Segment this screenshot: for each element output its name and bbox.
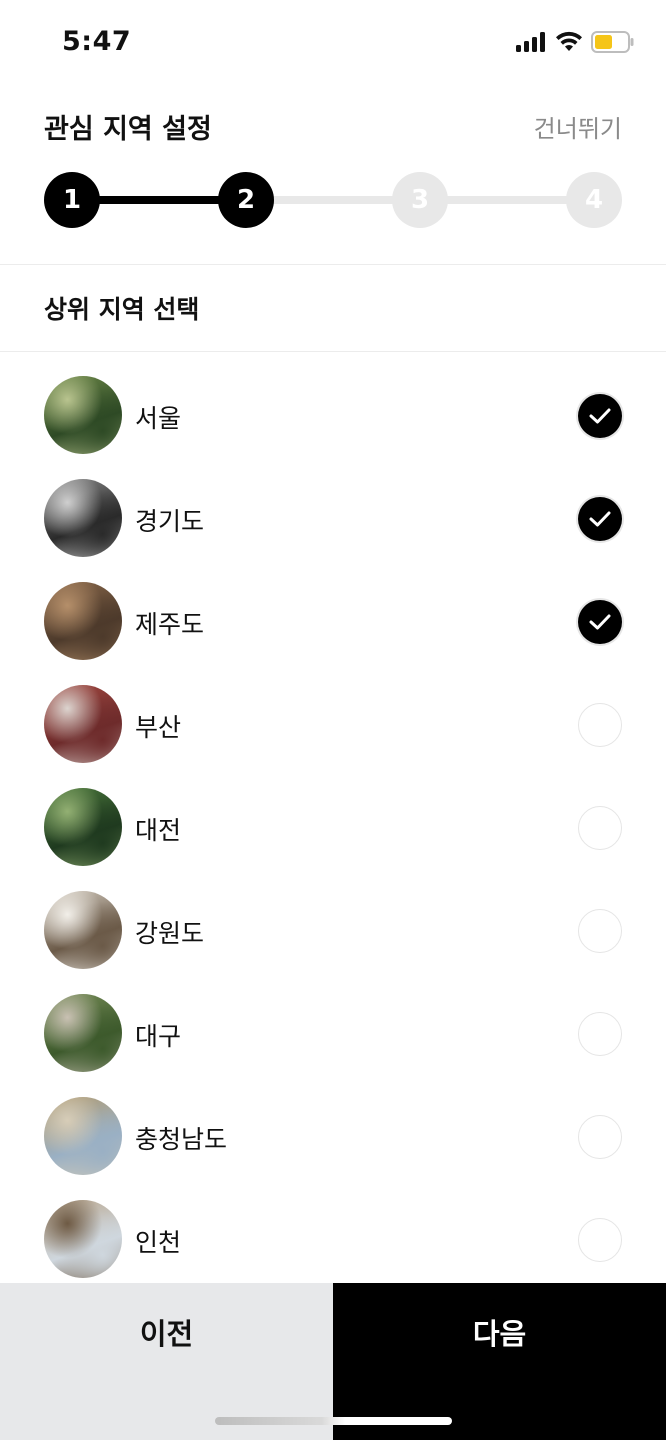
status-bar: 5:47 — [0, 0, 666, 84]
region-item-daejeon[interactable]: 대전 — [0, 776, 666, 879]
step-4: 4 — [566, 172, 622, 228]
region-item-gyeonggi[interactable]: 경기도 — [0, 467, 666, 570]
wifi-icon — [555, 30, 583, 52]
screen: 5:47 관심 지역 설정 건너뛰기 1 2 3 4 상위 지역 선택 서울 경… — [0, 0, 666, 1440]
region-checkbox[interactable] — [578, 806, 622, 850]
glass-greenhouse-photo — [44, 1097, 122, 1175]
jungle-house-photo — [44, 788, 122, 866]
region-name: 서울 — [135, 404, 182, 433]
step-1: 1 — [44, 172, 100, 228]
checkmark-icon — [589, 511, 611, 527]
divider — [0, 264, 666, 265]
forest-cabin-photo — [44, 376, 122, 454]
region-name: 강원도 — [135, 919, 205, 948]
region-checkbox[interactable] — [578, 600, 622, 644]
region-item-seoul[interactable]: 서울 — [0, 364, 666, 467]
garden-cabin-photo — [44, 994, 122, 1072]
battery-icon — [591, 31, 634, 53]
region-checkbox[interactable] — [578, 394, 622, 438]
step-3: 3 — [392, 172, 448, 228]
terrace-lounge-photo — [44, 1200, 122, 1278]
tree-forest-photo — [44, 582, 122, 660]
checkmark-icon — [589, 614, 611, 630]
region-item-incheon[interactable]: 인천 — [0, 1188, 666, 1291]
region-item-jeju[interactable]: 제주도 — [0, 570, 666, 673]
cellular-signal-icon — [516, 32, 546, 52]
skip-button[interactable]: 건너뛰기 — [534, 109, 622, 144]
region-name: 제주도 — [135, 610, 205, 639]
home-indicator[interactable] — [215, 1417, 452, 1425]
page-title: 관심 지역 설정 — [44, 114, 212, 145]
step-2: 2 — [218, 172, 274, 228]
progress-stepper: 1 2 3 4 — [44, 172, 622, 228]
region-name: 부산 — [135, 713, 182, 742]
red-barn-house-photo — [44, 685, 122, 763]
region-name: 인천 — [135, 1228, 182, 1257]
checkmark-icon — [589, 408, 611, 424]
region-checkbox[interactable] — [578, 1012, 622, 1056]
region-item-chungnam[interactable]: 충청남도 — [0, 1085, 666, 1188]
region-name: 충청남도 — [135, 1125, 228, 1154]
status-time: 5:47 — [62, 26, 132, 57]
section-title: 상위 지역 선택 — [44, 295, 200, 324]
region-name: 경기도 — [135, 507, 205, 536]
region-item-gangwon[interactable]: 강원도 — [0, 879, 666, 982]
region-checkbox[interactable] — [578, 1218, 622, 1262]
region-item-daegu[interactable]: 대구 — [0, 982, 666, 1085]
region-name: 대구 — [135, 1022, 182, 1051]
region-item-busan[interactable]: 부산 — [0, 673, 666, 776]
region-checkbox[interactable] — [578, 703, 622, 747]
interior-window-photo — [44, 479, 122, 557]
bedroom-photo — [44, 891, 122, 969]
region-name: 대전 — [135, 816, 182, 845]
region-checkbox[interactable] — [578, 1115, 622, 1159]
region-checkbox[interactable] — [578, 909, 622, 953]
divider — [0, 351, 666, 352]
region-checkbox[interactable] — [578, 497, 622, 541]
